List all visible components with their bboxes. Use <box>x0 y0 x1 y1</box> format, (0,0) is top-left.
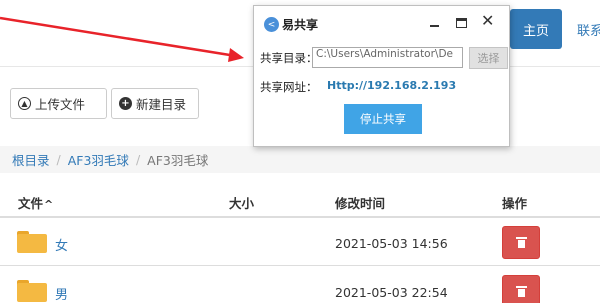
share-icon: < <box>264 17 279 32</box>
table-row-divider <box>0 265 600 266</box>
file-name-link[interactable]: 男 <box>55 284 68 303</box>
annotation-arrow <box>0 16 244 62</box>
sort-asc-icon: ^ <box>44 198 54 211</box>
upload-file-label: 上传文件 <box>35 97 86 112</box>
nav-home-button[interactable]: 主页 <box>510 9 562 49</box>
arrow-up-circle-icon: ▲ <box>18 97 31 110</box>
column-header-name[interactable]: 文件^ <box>18 193 53 212</box>
new-directory-label: 新建目录 <box>136 97 187 112</box>
dialog-title: 易共享 <box>282 18 319 32</box>
file-modified-time: 2021-05-03 22:54 <box>335 285 448 300</box>
close-icon[interactable]: ✕ <box>481 11 494 30</box>
breadcrumb-separator: / <box>135 152 141 167</box>
trash-icon <box>515 286 527 297</box>
folder-icon <box>17 231 47 253</box>
breadcrumb-separator: / <box>56 152 61 167</box>
share-dialog: < 易共享 ✕ 共享目录： C:\Users\Administrator\De … <box>253 5 510 147</box>
breadcrumb-root[interactable]: 根目录 <box>12 150 50 169</box>
share-dir-label: 共享目录： <box>260 51 318 65</box>
breadcrumb: 根目录 / AF3羽毛球 / AF3羽毛球 <box>0 146 600 173</box>
minimize-icon[interactable] <box>430 25 439 27</box>
choose-dir-button[interactable]: 选择 <box>469 47 508 69</box>
share-url-label: 共享网址： <box>260 80 318 94</box>
delete-button[interactable] <box>502 275 540 303</box>
delete-button[interactable] <box>502 226 540 259</box>
column-header-modified: 修改时间 <box>335 196 386 211</box>
breadcrumb-item[interactable]: AF3羽毛球 <box>68 150 129 169</box>
stop-sharing-button[interactable]: 停止共享 <box>344 104 422 134</box>
column-header-size: 大小 <box>229 196 255 211</box>
nav-contact-link[interactable]: 联系 <box>577 20 600 39</box>
folder-icon <box>17 280 47 302</box>
table-header-divider <box>0 216 600 218</box>
column-header-actions: 操作 <box>502 196 528 211</box>
breadcrumb-current: AF3羽毛球 <box>147 153 209 168</box>
share-url-link[interactable]: Http://192.168.2.193 <box>327 79 456 92</box>
upload-file-button[interactable]: ▲ 上传文件 <box>10 88 107 119</box>
file-name-link[interactable]: 女 <box>55 235 68 254</box>
trash-icon <box>515 237 527 248</box>
file-modified-time: 2021-05-03 14:56 <box>335 236 448 251</box>
maximize-icon[interactable] <box>456 18 467 28</box>
plus-circle-icon: + <box>119 97 132 110</box>
new-directory-button[interactable]: + 新建目录 <box>111 88 199 119</box>
share-dir-input[interactable]: C:\Users\Administrator\De <box>312 47 463 68</box>
